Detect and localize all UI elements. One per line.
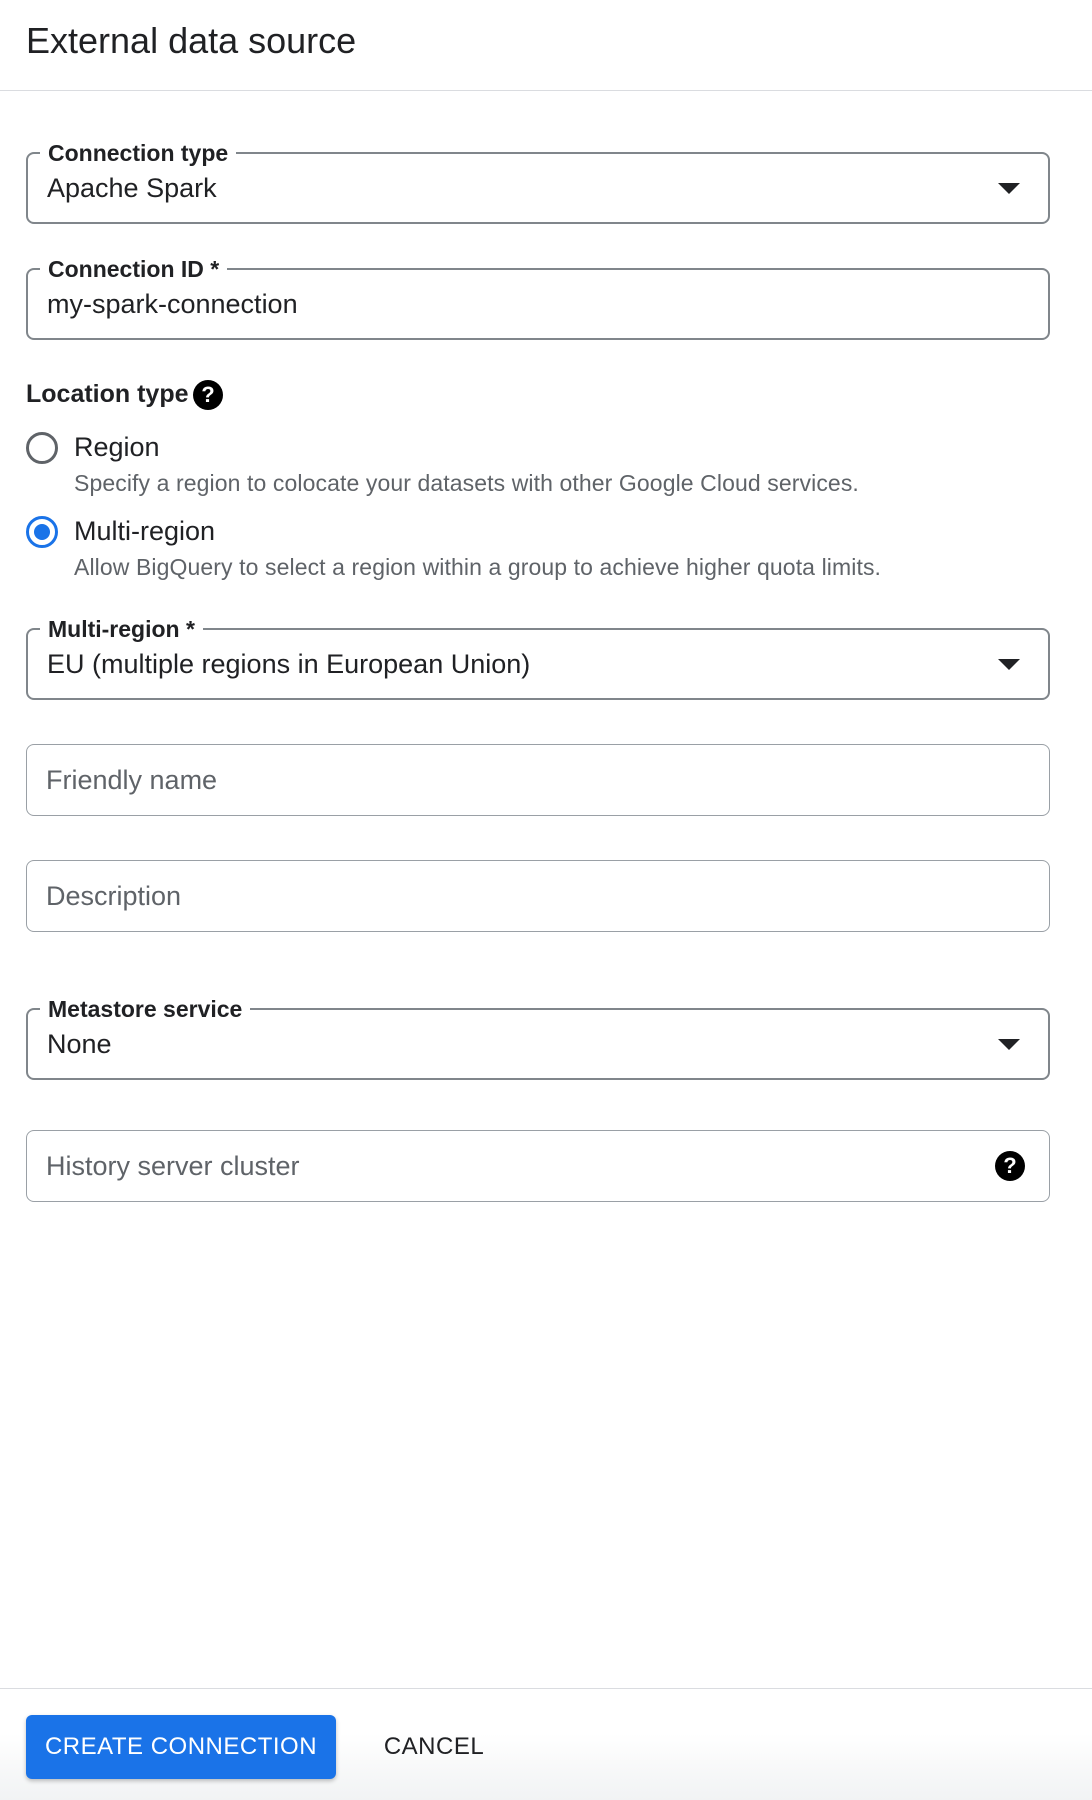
multi-region-label: Multi-region *: [40, 614, 203, 644]
radio-button-multi-region[interactable]: [26, 516, 58, 548]
chevron-down-icon: [998, 1039, 1020, 1050]
chevron-down-icon: [998, 659, 1020, 670]
metastore-service-label: Metastore service: [40, 994, 251, 1024]
connection-id-field[interactable]: Connection ID * my-spark-connection: [26, 254, 1050, 340]
friendly-name-placeholder: Friendly name: [46, 765, 218, 795]
radio-description-region: Specify a region to colocate your datase…: [74, 470, 859, 496]
multi-region-value: EU (multiple regions in European Union): [47, 649, 531, 679]
metastore-service-select[interactable]: Metastore service None: [26, 994, 1050, 1080]
create-connection-button[interactable]: CREATE CONNECTION: [26, 1715, 336, 1779]
connection-type-value: Apache Spark: [47, 173, 217, 203]
external-data-source-panel: External data source Connection type Apa…: [0, 0, 1092, 1800]
description-field[interactable]: Description: [26, 860, 1050, 932]
radio-button-region[interactable]: [26, 432, 58, 464]
panel-footer: CREATE CONNECTION CANCEL: [0, 1688, 1092, 1800]
panel-header: External data source: [0, 0, 1092, 91]
connection-id-label: Connection ID *: [40, 254, 228, 284]
description-placeholder: Description: [46, 881, 182, 911]
radio-label-multi-region: Multi-region: [74, 516, 216, 546]
radio-label-region: Region: [74, 432, 160, 462]
connection-type-select[interactable]: Connection type Apache Spark: [26, 138, 1050, 224]
help-icon[interactable]: ?: [193, 380, 223, 410]
metastore-service-value: None: [47, 1029, 112, 1059]
radio-description-multi-region: Allow BigQuery to select a region within…: [74, 554, 882, 580]
cancel-button[interactable]: CANCEL: [366, 1715, 502, 1779]
location-type-label: Location type: [26, 380, 189, 408]
friendly-name-field[interactable]: Friendly name: [26, 744, 1050, 816]
multi-region-select[interactable]: Multi-region * EU (multiple regions in E…: [26, 614, 1050, 700]
history-server-cluster-placeholder: History server cluster: [46, 1151, 300, 1181]
connection-id-value: my-spark-connection: [47, 289, 298, 319]
history-server-cluster-field[interactable]: History server cluster ?: [26, 1130, 1050, 1202]
page-title: External data source: [26, 20, 357, 61]
help-icon[interactable]: ?: [995, 1151, 1025, 1181]
chevron-down-icon: [998, 183, 1020, 194]
connection-type-label: Connection type: [40, 138, 237, 168]
